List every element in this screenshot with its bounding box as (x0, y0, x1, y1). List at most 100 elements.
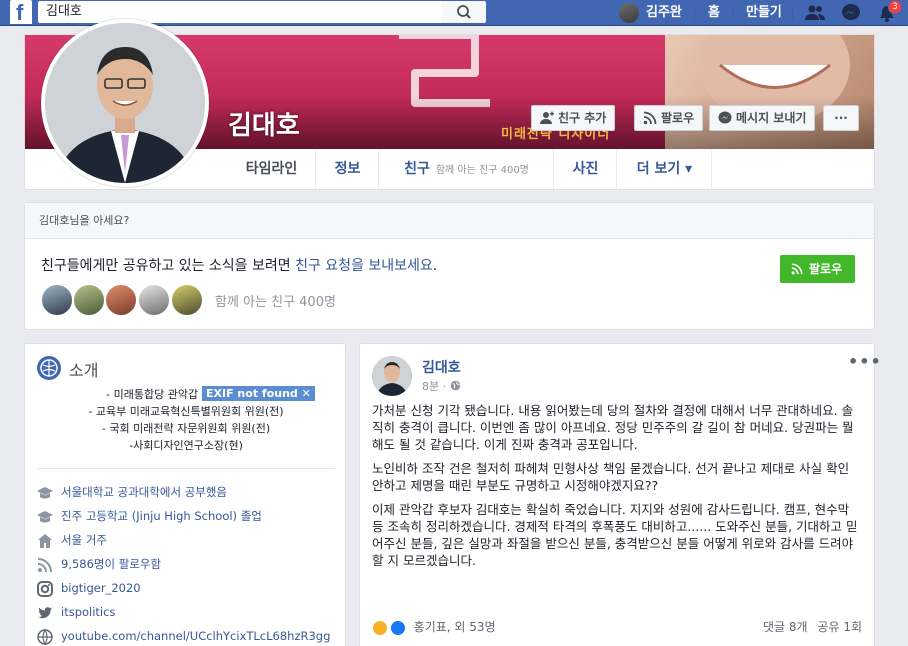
intro-item-text[interactable]: youtube.com/channel/UCclhYcixTLcL68hzR3g… (61, 629, 330, 643)
do-you-know-heading: 김대호님을 아세요? (25, 203, 874, 239)
tab-timeline[interactable]: 타임라인 (228, 149, 316, 189)
search-input[interactable]: 김대호 (38, 1, 442, 23)
rss-follow-icon (791, 263, 803, 275)
intro-item-text[interactable]: itspolitics (61, 605, 115, 619)
friend-requests-icon[interactable] (804, 3, 826, 23)
profile-tabs: 타임라인 정보 친구 함께 아는 친구 400명 사진 더 보기 ▾ (25, 149, 874, 189)
reactions-summary: 홍기표, 외 53명 (413, 620, 496, 634)
tab-friends[interactable]: 친구 함께 아는 친구 400명 (380, 149, 554, 189)
instagram-icon (37, 580, 53, 597)
shares-count[interactable]: 공유 1회 (817, 620, 862, 634)
mutual-friend-avatar[interactable] (73, 284, 105, 316)
intro-item-followers: 9,586명이 팔로우함 (37, 554, 161, 574)
intro-item-text[interactable]: 9,586명이 팔로우함 (61, 557, 161, 571)
public-globe-icon (450, 380, 460, 391)
rss-follow-icon (643, 111, 657, 125)
messenger-icon[interactable] (840, 3, 862, 23)
twitter-icon (38, 606, 52, 618)
nav-divider (694, 6, 695, 20)
mutual-friend-avatar[interactable] (41, 284, 73, 316)
timeline-post: 김대호 8분 · ••• 가처분 신청 기각 됐습니다. 내용 읽어봤는데 당의… (359, 343, 881, 646)
sad-reaction-icon (372, 619, 388, 636)
post-reactions[interactable]: 홍기표, 외 53명 (372, 616, 496, 638)
intro-item-text[interactable]: bigtiger_2020 (61, 581, 141, 595)
close-icon[interactable]: ✕ (302, 387, 311, 400)
friend-request-prompt: 친구들에게만 공유하고 있는 소식을 보려면 친구 요청을 보내보세요. (41, 255, 437, 275)
add-friend-button[interactable]: 친구 추가 (531, 105, 616, 131)
intro-divider (37, 468, 335, 469)
intro-item-website: youtube.com/channel/UCclhYcixTLcL68hzR3g… (37, 626, 330, 646)
post-stats: 댓글 8개 공유 1회 (763, 616, 862, 638)
messenger-small-icon (718, 111, 732, 124)
send-message-button[interactable]: 메시지 보내기 (709, 105, 816, 131)
post-body: 가처분 신청 기각 됐습니다. 내용 읽어봤는데 당의 절차와 결정에 대해서 … (372, 402, 864, 576)
profile-header: 미래전략 디자이너 김대호 친구 추가 팔로우 메시지 보내기 ··· 타임라인… (24, 19, 875, 190)
do-you-know-card: 김대호님을 아세요? 친구들에게만 공유하고 있는 소식을 보려면 친구 요청을… (24, 202, 875, 330)
send-friend-request-link[interactable]: 친구 요청을 보내보세요 (295, 258, 433, 274)
post-timestamp[interactable]: 8분 · (422, 378, 461, 394)
bio-line: -사회디자인연구소장(현) (129, 439, 243, 452)
notifications-badge: 3 (888, 0, 902, 14)
like-reaction-icon (389, 619, 406, 636)
mutual-friends-count[interactable]: 함께 아는 친구 400명 (215, 291, 336, 310)
tab-more[interactable]: 더 보기 ▾ (618, 149, 712, 189)
post-paragraph: 이제 관악갑 후보자 김대호는 확실히 죽었습니다. 지지와 성원에 감사드립니… (372, 502, 858, 568)
search-button[interactable] (442, 1, 486, 23)
follow-label: 팔로우 (661, 111, 695, 125)
profile-more-button[interactable]: ··· (823, 105, 859, 131)
post-paragraph: 노인비하 조작 건은 철저히 파헤쳐 민형사상 책임 묻겠습니다. 선거 끝나고… (372, 461, 850, 493)
bio-line: - 국회 미래전략 자문위원회 위원(전) (101, 422, 271, 435)
exif-not-found-badge: EXIF not found ✕ (202, 386, 315, 401)
search-icon (457, 5, 471, 19)
post-author-avatar[interactable] (372, 356, 412, 396)
intro-item-text[interactable]: 진주 고등학교 (Jinju High School) 졸업 (61, 509, 262, 523)
send-message-label: 메시지 보내기 (736, 111, 807, 125)
bio-line: - 교육부 미래교육혁신특별위원회 위원(전) (88, 405, 284, 418)
nav-divider (792, 6, 793, 20)
create-link[interactable]: 만들기 (746, 0, 782, 26)
prompt-period: . (432, 258, 438, 274)
user-profile-link[interactable]: 김주완 (646, 0, 682, 26)
tab-photos-label: 사진 (572, 161, 599, 177)
graduation-cap-icon (37, 510, 53, 522)
follow-green-label: 팔로우 (809, 262, 843, 276)
intro-item-residence: 서울 거주 (37, 530, 107, 550)
tab-friends-mutual-count: 함께 아는 친구 400명 (435, 165, 529, 176)
home-link[interactable]: 홈 (708, 0, 720, 26)
intro-item-text[interactable]: 서울대학교 공과대학에서 공부했음 (61, 485, 227, 499)
mutual-friend-avatar[interactable] (171, 284, 203, 316)
mutual-friend-avatar[interactable] (138, 284, 170, 316)
add-friend-icon (540, 111, 554, 124)
tab-about[interactable]: 정보 (317, 149, 379, 189)
post-author-name[interactable]: 김대호 (422, 357, 461, 377)
globe-icon (37, 628, 53, 645)
post-options-button[interactable]: ••• (848, 352, 882, 371)
post-time-text: 8분 · (422, 380, 450, 393)
home-icon (38, 533, 52, 548)
intro-item-twitter: itspolitics (37, 602, 115, 622)
follow-button[interactable]: 팔로우 (634, 105, 704, 131)
user-avatar[interactable] (619, 3, 639, 23)
tab-more-label: 더 보기 ▾ (636, 161, 693, 177)
prompt-text: 친구들에게만 공유하고 있는 소식을 보려면 (41, 258, 296, 274)
intro-item-high-school: 진주 고등학교 (Jinju High School) 졸업 (37, 506, 262, 526)
intro-item-education: 서울대학교 공과대학에서 공부했음 (37, 482, 227, 502)
nav-divider (733, 6, 734, 20)
intro-item-instagram: bigtiger_2020 (37, 578, 141, 598)
globe-icon (37, 356, 61, 380)
add-friend-label: 친구 추가 (558, 111, 607, 125)
mutual-friend-avatar[interactable] (105, 284, 137, 316)
follow-rss-icon (37, 557, 52, 572)
profile-name: 김대호 (228, 111, 300, 141)
facebook-logo-icon[interactable]: f (10, 0, 32, 25)
tab-friends-label: 친구 (404, 161, 430, 177)
tab-photos[interactable]: 사진 (555, 149, 617, 189)
follow-green-button[interactable]: 팔로우 (780, 255, 855, 283)
tab-timeline-label: 타임라인 (245, 161, 298, 177)
intro-title: 소개 (69, 361, 99, 380)
intro-item-text[interactable]: 서울 거주 (61, 533, 107, 547)
comments-count[interactable]: 댓글 8개 (763, 620, 808, 634)
tab-about-label: 정보 (334, 161, 361, 177)
exif-badge-label: EXIF not found (206, 387, 298, 400)
graduation-cap-icon (37, 486, 53, 498)
